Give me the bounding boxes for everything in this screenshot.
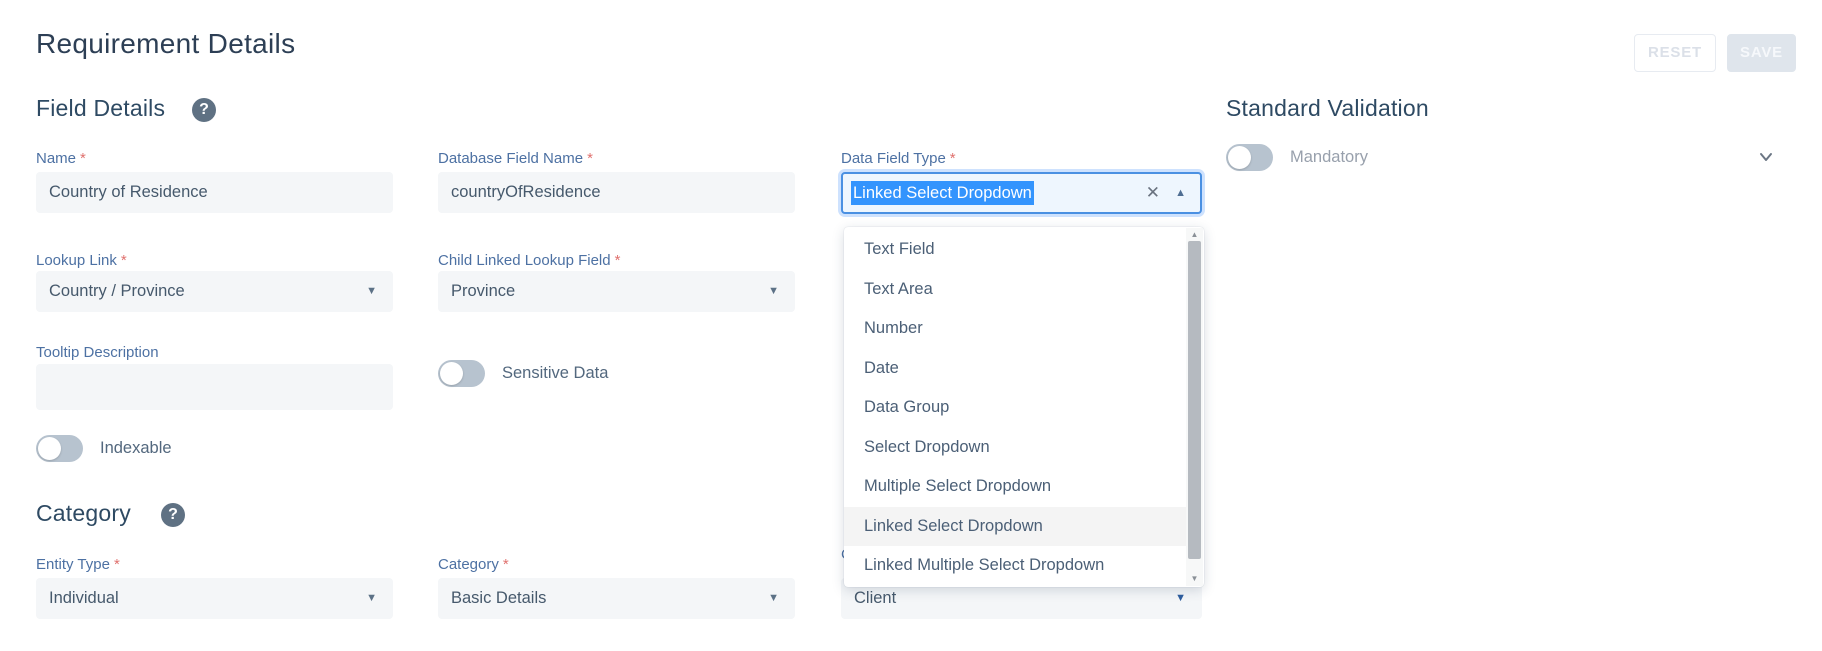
dropdown-option-label: Date	[864, 359, 899, 377]
clear-icon[interactable]: ✕	[1146, 174, 1160, 212]
required-asterisk: *	[587, 150, 593, 167]
dropdown-option-label: Text Field	[864, 240, 935, 258]
database-field-name-label: Database Field Name*	[438, 150, 593, 167]
scrollbar-thumb[interactable]	[1188, 241, 1201, 559]
mandatory-toggle[interactable]	[1226, 144, 1273, 171]
standard-validation-heading: Standard Validation	[1226, 95, 1429, 122]
dropdown-option[interactable]: Linked Multiple Select Dropdown	[844, 546, 1187, 586]
data-field-type-label-text: Data Field Type	[841, 150, 946, 167]
dropdown-option-label: Select Dropdown	[864, 438, 990, 456]
caret-down-icon: ▼	[366, 578, 377, 619]
category-value: Basic Details	[451, 589, 546, 607]
requirement-details-page: Requirement Details RESET SAVE Field Det…	[0, 0, 1822, 651]
toggle-knob	[1228, 146, 1251, 169]
indexable-label: Indexable	[100, 439, 172, 458]
lookup-link-label-text: Lookup Link	[36, 252, 117, 269]
name-label-text: Name	[36, 150, 76, 167]
required-asterisk: *	[121, 252, 127, 269]
lookup-link-value: Country / Province	[49, 282, 185, 300]
name-input[interactable]: Country of Residence	[36, 172, 393, 213]
dropdown-option-label: Text Area	[864, 280, 933, 298]
dropdown-option-label: Linked Multiple Select Dropdown	[864, 556, 1104, 574]
indexable-toggle[interactable]	[36, 435, 83, 462]
scrollbar-up-arrow[interactable]: ▲	[1186, 228, 1203, 242]
dropdown-option-label: Number	[864, 319, 923, 337]
help-icon[interactable]: ?	[161, 503, 185, 527]
child-linked-lookup-field-value: Province	[451, 282, 515, 300]
data-field-type-combobox[interactable]: Linked Select Dropdown ✕ ▲	[841, 172, 1202, 214]
dropdown-option-label: Multiple Select Dropdown	[864, 477, 1051, 495]
entity-type-select[interactable]: Individual ▼	[36, 578, 393, 619]
caret-down-icon: ▼	[366, 271, 377, 312]
name-label: Name*	[36, 150, 86, 167]
category-field-label-text: Category	[438, 556, 499, 573]
field-details-heading: Field Details	[36, 95, 165, 122]
page-title: Requirement Details	[36, 28, 295, 60]
client-type-value: Client	[854, 589, 896, 607]
caret-down-icon: ▼	[768, 578, 779, 619]
lookup-link-select[interactable]: Country / Province ▼	[36, 271, 393, 312]
combobox-selected-text: Linked Select Dropdown	[851, 181, 1034, 205]
data-field-type-options-list: Text Field Text Area Number Date Data Group S…	[844, 227, 1204, 587]
sensitive-data-label: Sensitive Data	[502, 364, 608, 383]
entity-type-label: Entity Type*	[36, 556, 120, 573]
category-select[interactable]: Basic Details ▼	[438, 578, 795, 619]
save-button[interactable]: SAVE	[1727, 34, 1796, 72]
toggle-knob	[38, 437, 61, 460]
sensitive-data-toggle[interactable]	[438, 360, 485, 387]
tooltip-description-input[interactable]	[36, 364, 393, 410]
category-heading: Category	[36, 500, 131, 527]
entity-type-label-text: Entity Type	[36, 556, 110, 573]
required-asterisk: *	[950, 150, 956, 167]
required-asterisk: *	[615, 252, 621, 269]
caret-down-icon: ▼	[768, 271, 779, 312]
lookup-link-label: Lookup Link*	[36, 252, 127, 269]
dropdown-option[interactable]: Text Area	[844, 270, 1187, 310]
required-asterisk: *	[80, 150, 86, 167]
data-field-type-options: Text Field Text Area Number Date Data Group S…	[844, 230, 1204, 586]
help-icon[interactable]: ?	[192, 98, 216, 122]
dropdown-option[interactable]: Multiple Select Dropdown	[844, 467, 1187, 507]
dropdown-option[interactable]: Date	[844, 349, 1187, 389]
dropdown-option-label: Data Group	[864, 398, 949, 416]
child-linked-lookup-field-label-text: Child Linked Lookup Field	[438, 252, 611, 269]
child-linked-lookup-field-label: Child Linked Lookup Field*	[438, 252, 620, 269]
database-field-name-input[interactable]: countryOfResidence	[438, 172, 795, 213]
dropdown-option[interactable]: Select Dropdown	[844, 428, 1187, 468]
dropdown-option-label: Linked Select Dropdown	[864, 517, 1043, 535]
dropdown-option[interactable]: Text Field	[844, 230, 1187, 270]
category-field-label: Category*	[438, 556, 509, 573]
scrollbar-down-arrow[interactable]: ▼	[1186, 572, 1203, 586]
toggle-knob	[440, 362, 463, 385]
entity-type-value: Individual	[49, 589, 119, 607]
child-linked-lookup-field-select[interactable]: Province ▼	[438, 271, 795, 312]
database-field-name-label-text: Database Field Name	[438, 150, 583, 167]
dropdown-option[interactable]: Linked Select Dropdown	[844, 507, 1187, 547]
dropdown-scrollbar[interactable]: ▲ ▼	[1186, 228, 1203, 586]
chevron-down-icon[interactable]	[1757, 148, 1775, 166]
required-asterisk: *	[503, 556, 509, 573]
caret-up-icon[interactable]: ▲	[1175, 174, 1186, 212]
mandatory-label: Mandatory	[1290, 148, 1368, 167]
dropdown-option[interactable]: Number	[844, 309, 1187, 349]
dropdown-option[interactable]: Data Group	[844, 388, 1187, 428]
tooltip-description-label: Tooltip Description	[36, 344, 159, 361]
data-field-type-label: Data Field Type*	[841, 150, 956, 167]
required-asterisk: *	[114, 556, 120, 573]
reset-button[interactable]: RESET	[1634, 34, 1716, 72]
